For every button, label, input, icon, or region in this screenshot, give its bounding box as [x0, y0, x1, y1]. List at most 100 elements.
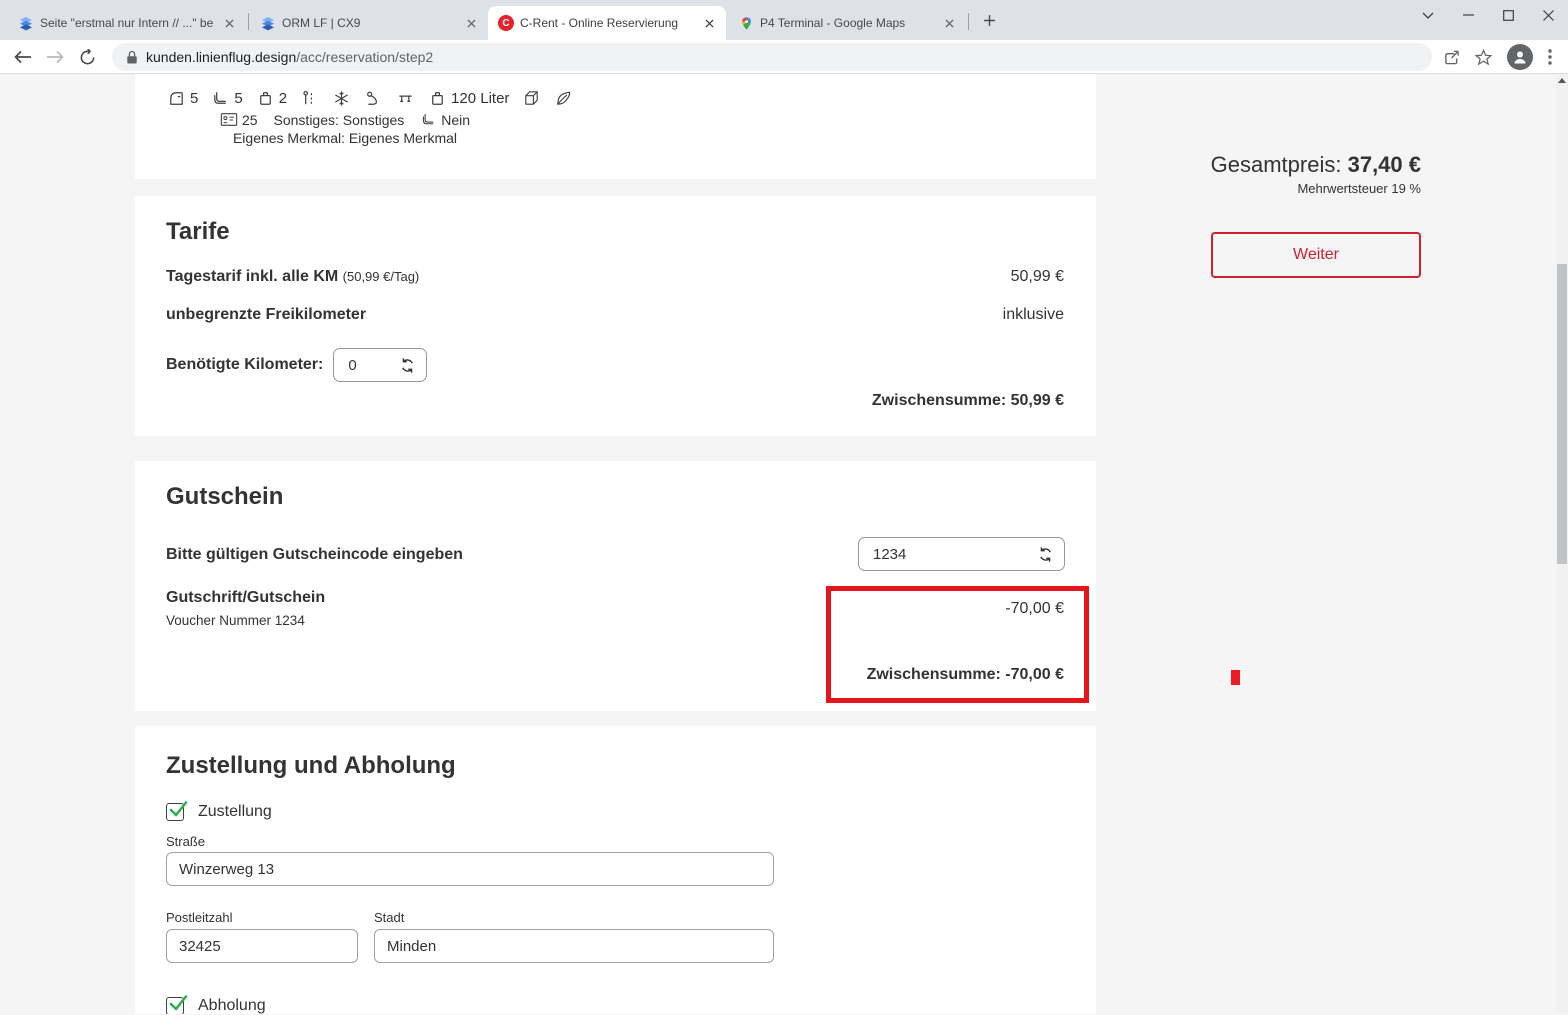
- credit-label: Gutschrift/Gutschein: [166, 589, 325, 607]
- seat-icon: [420, 111, 437, 128]
- menu-button[interactable]: [1537, 44, 1563, 70]
- free-km-row: unbegrenzte Freikilometer inklusive: [166, 306, 1064, 324]
- gutschein-card: Gutschein Bitte gültigen Gutscheincode e…: [135, 461, 1096, 711]
- zip-input[interactable]: [166, 929, 358, 963]
- tarife-heading: Tarife: [166, 218, 230, 246]
- bookmark-button[interactable]: [1470, 44, 1496, 70]
- feature-luggage: 2: [256, 89, 287, 108]
- forward-arrow-icon: [46, 50, 64, 64]
- new-tab-button[interactable]: [976, 7, 1002, 33]
- gutschein-subtotal: Zwischensumme: -70,00 €: [867, 666, 1064, 684]
- suitcase-icon: [428, 89, 447, 108]
- feature-towbar: [364, 89, 383, 108]
- feature-eco: [554, 89, 573, 108]
- pickup-checkbox-row: Abholung: [166, 997, 266, 1014]
- lock-icon: [126, 50, 138, 65]
- towbar-icon: [364, 89, 383, 108]
- roof-rack-icon: [396, 89, 415, 108]
- voucher-code-input[interactable]: [859, 546, 1064, 563]
- browser-toolbar: kunden.linienflug.design/acc/reservation…: [0, 40, 1568, 74]
- url-domain: kunden.linienflug.design: [146, 49, 296, 65]
- check-icon: [168, 993, 188, 1013]
- close-window-icon[interactable]: [1528, 0, 1568, 30]
- free-km-label: unbegrenzte Freikilometer: [166, 306, 366, 324]
- suitcase-icon: [256, 89, 275, 108]
- delivery-checkbox-row: Zustellung: [166, 803, 272, 821]
- tab-title: P4 Terminal - Google Maps: [760, 16, 935, 30]
- id-card-icon: [220, 112, 238, 127]
- car-door-icon: [167, 89, 186, 108]
- scrollbar-thumb[interactable]: [1557, 264, 1567, 564]
- refresh-voucher-button[interactable]: [1037, 546, 1054, 563]
- url-path: /acc/reservation/step2: [296, 49, 433, 65]
- forward-button[interactable]: [42, 44, 68, 70]
- tab-crent-active[interactable]: C C-Rent - Online Reservierung: [488, 6, 726, 40]
- reload-icon: [79, 49, 96, 66]
- plus-icon: [983, 14, 996, 27]
- annotation-marker: [1231, 670, 1240, 685]
- feature-ac: [332, 89, 351, 108]
- chevron-down-icon[interactable]: [1408, 0, 1448, 30]
- sync-icon: [399, 357, 416, 374]
- profile-avatar[interactable]: [1507, 44, 1533, 70]
- address-bar[interactable]: kunden.linienflug.design/acc/reservation…: [112, 43, 1432, 71]
- star-icon: [1475, 49, 1492, 66]
- page-scrollbar[interactable]: [1556, 74, 1568, 1014]
- feature-custom-row: Eigenes Merkmal: Eigenes Merkmal: [135, 130, 555, 146]
- crent-logo-icon: C: [498, 15, 514, 31]
- pickup-checkbox-label: Abholung: [198, 997, 266, 1014]
- needed-km-row: Benötigte Kilometer:: [166, 348, 1064, 382]
- vat-note: Mehrwertsteuer 19 %: [1211, 181, 1421, 196]
- delivery-card: Zustellung und Abholung Zustellung Straß…: [135, 726, 1096, 1014]
- delivery-checkbox[interactable]: [166, 803, 184, 821]
- gearshift-icon: [300, 89, 319, 108]
- sync-icon: [1037, 546, 1054, 563]
- zip-label: Postleitzahl: [166, 910, 232, 925]
- delivery-heading: Zustellung und Abholung: [166, 752, 456, 780]
- free-km-value: inklusive: [1003, 306, 1064, 324]
- back-button[interactable]: [10, 44, 36, 70]
- street-input[interactable]: [166, 852, 774, 886]
- price-summary: Gesamtpreis: 37,40 € Mehrwertsteuer 19 %: [1211, 152, 1421, 196]
- vehicle-features-card: 5 5 2 120 Liter: [135, 74, 1096, 179]
- continue-button[interactable]: Weiter: [1211, 232, 1421, 278]
- pickup-checkbox[interactable]: [166, 997, 184, 1014]
- needed-km-inputbox: [333, 348, 427, 382]
- street-label: Straße: [166, 834, 205, 849]
- snowflake-icon: [332, 89, 351, 108]
- seat-icon: [211, 89, 230, 108]
- layers-icon: [260, 15, 276, 31]
- needed-km-label: Benötigte Kilometer:: [166, 356, 323, 374]
- tab-separator: [968, 13, 969, 30]
- voucher-code-inputbox: [858, 537, 1065, 571]
- tab-title: Seite "erstmal nur Intern // ..." be: [40, 16, 215, 30]
- feature-seats: 5: [211, 89, 242, 108]
- tab-orm[interactable]: ORM LF | CX9: [250, 6, 488, 40]
- layers-icon: [18, 15, 34, 31]
- close-icon[interactable]: [221, 15, 238, 32]
- tab-maps[interactable]: P4 Terminal - Google Maps: [728, 6, 966, 40]
- close-icon[interactable]: [701, 15, 718, 32]
- tab-intern[interactable]: Seite "erstmal nur Intern // ..." be: [8, 6, 246, 40]
- check-icon: [168, 799, 188, 819]
- reload-button[interactable]: [74, 44, 100, 70]
- maximize-icon[interactable]: [1488, 0, 1528, 30]
- daily-rate-label: Tagestarif inkl. alle KM (50,99 €/Tag): [166, 268, 419, 286]
- tarife-subtotal: Zwischensumme: 50,99 €: [872, 392, 1064, 410]
- feature-license: 25: [220, 112, 258, 128]
- url-text: kunden.linienflug.design/acc/reservation…: [146, 49, 433, 65]
- close-icon[interactable]: [941, 15, 958, 32]
- feature-childseat: Nein: [420, 111, 470, 128]
- feature-doors: 5: [167, 89, 198, 108]
- refresh-km-button[interactable]: [399, 357, 416, 374]
- feature-secondary-row: 25 Sonstiges: Sonstiges Nein: [135, 111, 555, 128]
- city-input[interactable]: [374, 929, 774, 963]
- daily-rate-row: Tagestarif inkl. alle KM (50,99 €/Tag) 5…: [166, 268, 1064, 286]
- share-icon: [1443, 49, 1460, 66]
- share-button[interactable]: [1438, 44, 1464, 70]
- close-icon[interactable]: [463, 15, 480, 32]
- minimize-icon[interactable]: [1448, 0, 1488, 30]
- tab-strip: Seite "erstmal nur Intern // ..." be ORM…: [0, 0, 1568, 40]
- tab-title: ORM LF | CX9: [282, 16, 457, 30]
- page-viewport: 5 5 2 120 Liter: [0, 74, 1568, 1014]
